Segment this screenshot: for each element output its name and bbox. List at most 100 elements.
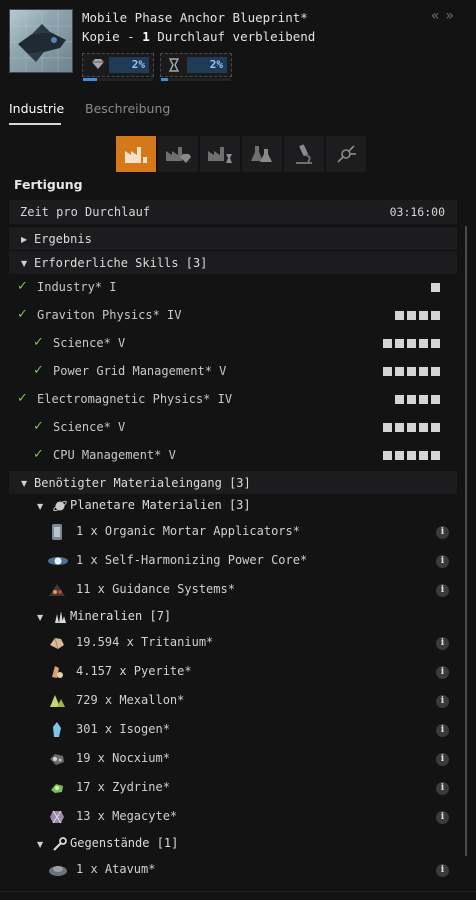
- check-icon: ✓: [33, 447, 44, 462]
- group-ergebnis[interactable]: ▶ Ergebnis: [9, 226, 457, 250]
- skill-level-indicator: [431, 283, 440, 292]
- skill-name: Science* V: [53, 336, 126, 350]
- skill-level-pip: [395, 311, 404, 320]
- isogen-icon: [47, 720, 67, 740]
- skill-row[interactable]: ✓ Industry* I: [9, 274, 457, 302]
- material-efficiency-bar: [83, 78, 97, 81]
- material-item[interactable]: 11 x Guidance Systems* i: [9, 576, 457, 605]
- scrollbar[interactable]: [465, 226, 467, 856]
- info-icon[interactable]: i: [436, 695, 449, 708]
- skill-level-pip: [407, 339, 416, 348]
- info-icon[interactable]: i: [436, 753, 449, 766]
- material-efficiency-box[interactable]: 2%: [82, 53, 154, 81]
- blueprint-thumbnail[interactable]: [9, 9, 73, 73]
- material-item[interactable]: 17 x Zydrine* i: [9, 774, 457, 803]
- skill-level-indicator: [383, 339, 440, 348]
- forward-arrow-icon[interactable]: »: [445, 8, 460, 24]
- tab-industrie[interactable]: Industrie: [9, 101, 64, 116]
- reactions-button[interactable]: [326, 136, 366, 172]
- material-subgroup[interactable]: ▼ Mineralien [7]: [9, 605, 457, 629]
- group-skills-label: Erforderliche Skills [3]: [34, 256, 208, 270]
- mexallon-icon: [47, 691, 67, 711]
- skill-row[interactable]: ✓ Electromagnetic Physics* IV: [9, 386, 457, 414]
- info-icon[interactable]: i: [436, 666, 449, 679]
- material-item[interactable]: 4.157 x Pyerite* i: [9, 658, 457, 687]
- skill-level-pip: [431, 311, 440, 320]
- info-icon[interactable]: i: [436, 782, 449, 795]
- material-item[interactable]: 19 x Nocxium* i: [9, 745, 457, 774]
- skill-level-pip: [383, 339, 392, 348]
- info-icon[interactable]: i: [436, 584, 449, 597]
- group-skills[interactable]: ▼ Erforderliche Skills [3]: [9, 250, 457, 274]
- material-item[interactable]: 13 x Megacyte* i: [9, 803, 457, 832]
- material-item[interactable]: 729 x Mexallon* i: [9, 687, 457, 716]
- check-icon: ✓: [17, 307, 28, 322]
- check-icon: ✓: [17, 391, 28, 406]
- material-item-label: 1 x Atavum*: [76, 862, 156, 876]
- material-item-label: 301 x Isogen*: [76, 722, 170, 736]
- molecule-icon: [337, 145, 356, 163]
- material-item[interactable]: 1 x Organic Mortar Applicators* i: [9, 518, 457, 547]
- info-icon[interactable]: i: [436, 526, 449, 539]
- blueprint-runs: Kopie - 1 Durchlauf verbleibend: [82, 29, 315, 44]
- check-icon: ✓: [33, 335, 44, 350]
- skill-level-pip: [419, 451, 428, 460]
- skill-level-pip: [431, 423, 440, 432]
- skill-name: Science* V: [53, 420, 126, 434]
- material-item[interactable]: 1 x Self-Harmonizing Power Core* i: [9, 547, 457, 576]
- wrench-icon: [52, 836, 68, 852]
- skill-level-pip: [407, 451, 416, 460]
- skills-list: ✓ Industry* I ✓ Graviton Physics* IV ✓ Scienc…: [9, 274, 457, 470]
- manufacturing-button[interactable]: [116, 136, 156, 172]
- time-research-button[interactable]: [200, 136, 240, 172]
- tab-beschreibung[interactable]: Beschreibung: [85, 101, 170, 116]
- info-icon[interactable]: i: [436, 811, 449, 824]
- material-research-button[interactable]: [158, 136, 198, 172]
- time-efficiency-value: 2%: [187, 57, 227, 73]
- skill-name: Power Grid Management* V: [53, 364, 227, 378]
- blueprint-title: Mobile Phase Anchor Blueprint*: [82, 10, 308, 25]
- skill-row[interactable]: ✓ CPU Management* V: [9, 442, 457, 470]
- runs-suffix: Durchlauf verbleibend: [157, 29, 316, 44]
- material-item-label: 4.157 x Pyerite*: [76, 664, 192, 678]
- info-icon[interactable]: i: [436, 724, 449, 737]
- material-item-label: 729 x Mexallon*: [76, 693, 185, 707]
- group-materials-label: Benötigter Materialeingang [3]: [34, 476, 251, 490]
- skill-level-indicator: [395, 395, 440, 404]
- material-item[interactable]: 301 x Isogen* i: [9, 716, 457, 745]
- material-item[interactable]: 1 x Atavum* i: [9, 856, 457, 885]
- skill-level-pip: [383, 451, 392, 460]
- factory-gem-icon: [166, 147, 191, 163]
- info-icon[interactable]: i: [436, 864, 449, 877]
- pyerite-icon: [47, 662, 67, 682]
- group-materials[interactable]: ▼ Benötigter Materialeingang [3]: [9, 470, 457, 494]
- factory-icon: [125, 147, 147, 163]
- skill-level-pip: [407, 311, 416, 320]
- skill-level-pip: [407, 395, 416, 404]
- skill-level-pip: [419, 395, 428, 404]
- skill-row[interactable]: ✓ Power Grid Management* V: [9, 358, 457, 386]
- skill-level-pip: [395, 451, 404, 460]
- material-item-label: 1 x Self-Harmonizing Power Core*: [76, 553, 308, 567]
- gem-icon: [90, 58, 106, 73]
- copying-button[interactable]: [242, 136, 282, 172]
- check-icon: ✓: [17, 279, 28, 294]
- nav-arrows: «»: [431, 8, 460, 24]
- info-icon[interactable]: i: [436, 637, 449, 650]
- skill-level-pip: [407, 367, 416, 376]
- material-subgroup[interactable]: ▼ Planetare Materialien [3]: [9, 494, 457, 518]
- time-efficiency-box[interactable]: 2%: [160, 53, 232, 81]
- invention-button[interactable]: [284, 136, 324, 172]
- info-icon[interactable]: i: [436, 555, 449, 568]
- time-per-run-row: Zeit pro Durchlauf 03:16:00: [9, 200, 457, 224]
- material-item[interactable]: 19.594 x Tritanium* i: [9, 629, 457, 658]
- collapse-down-icon: ▼: [21, 259, 28, 268]
- skill-name: Industry* I: [37, 280, 117, 294]
- skill-row[interactable]: ✓ Science* V: [9, 330, 457, 358]
- check-icon: ✓: [33, 419, 44, 434]
- skill-row[interactable]: ✓ Graviton Physics* IV: [9, 302, 457, 330]
- material-subgroup[interactable]: ▼ Gegenstände [1]: [9, 832, 457, 856]
- back-arrow-icon[interactable]: «: [431, 8, 446, 24]
- skill-row[interactable]: ✓ Science* V: [9, 414, 457, 442]
- skill-level-pip: [383, 367, 392, 376]
